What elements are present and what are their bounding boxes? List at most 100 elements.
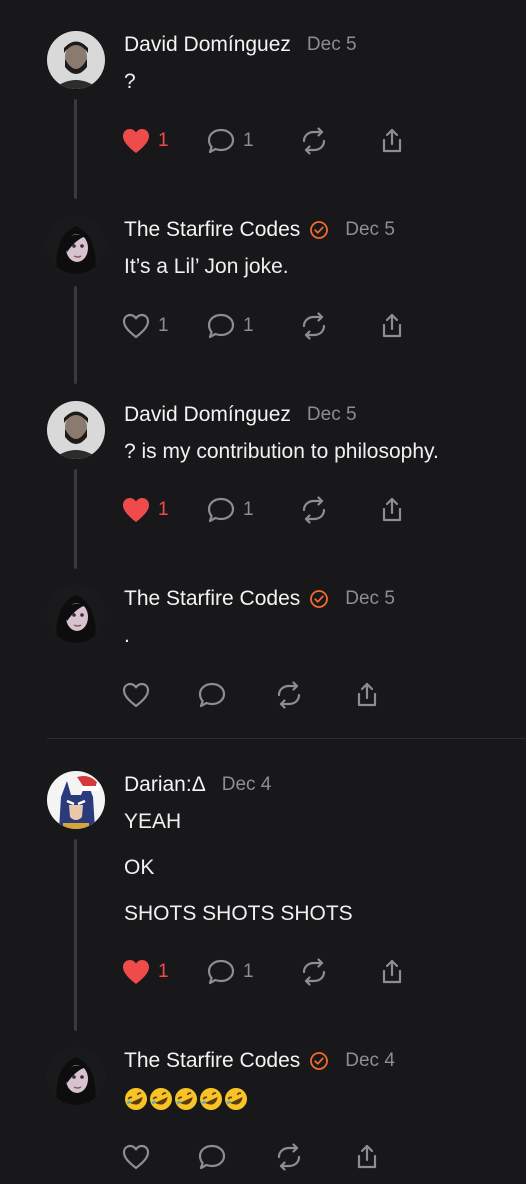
comment-icon — [207, 128, 235, 154]
thread-connector — [74, 469, 77, 569]
heart-filled-icon — [123, 960, 149, 984]
reply-button[interactable] — [198, 1142, 226, 1172]
author-name[interactable]: David Domínguez — [124, 403, 291, 427]
heart-filled-icon — [123, 129, 149, 153]
repost-icon — [277, 1143, 301, 1171]
heart-outline-icon — [122, 1144, 150, 1170]
repost-button[interactable] — [300, 495, 328, 525]
share-button[interactable] — [378, 495, 406, 525]
post-body — [124, 1085, 514, 1111]
share-icon — [382, 313, 402, 338]
like-button[interactable]: 1 — [122, 495, 169, 525]
post-header: Darian:Δ Dec 4 — [124, 773, 271, 797]
post-body: YEAH OK SHOTS SHOTS SHOTS — [124, 809, 514, 947]
share-button[interactable] — [353, 1142, 381, 1172]
man-with-beard-avatar[interactable] — [47, 31, 105, 89]
batman-santa-hat-avatar[interactable] — [47, 771, 105, 829]
thread-divider — [47, 738, 526, 739]
post-body: It’s a Lil’ Jon joke. — [124, 254, 514, 300]
post-header: The Starfire Codes Dec 5 — [124, 587, 395, 611]
post-body: . — [124, 623, 514, 669]
repost-button[interactable] — [275, 1142, 303, 1172]
thread-connector — [74, 839, 77, 1031]
post-text: YEAH — [124, 810, 182, 833]
comment-icon — [198, 682, 226, 708]
repost-button[interactable] — [275, 680, 303, 710]
reply-count: 1 — [243, 961, 254, 982]
share-button[interactable] — [353, 680, 381, 710]
post-header: David Domínguez Dec 5 — [124, 403, 357, 427]
post-text: ? — [124, 70, 136, 93]
rolling-laughing-emoji-icon — [149, 1087, 173, 1111]
post-text: OK — [124, 856, 155, 879]
post-date[interactable]: Dec 5 — [345, 588, 395, 610]
post-date[interactable]: Dec 5 — [307, 34, 357, 56]
woman-dark-hair-avatar[interactable] — [47, 216, 105, 274]
post-header: The Starfire Codes Dec 5 — [124, 218, 395, 242]
share-icon — [357, 682, 377, 707]
rolling-laughing-emoji-icon — [124, 1087, 148, 1111]
rolling-laughing-emoji-icon — [224, 1087, 248, 1111]
comment-icon — [207, 959, 235, 985]
reply-count: 1 — [243, 499, 254, 520]
like-count: 1 — [158, 315, 169, 336]
author-name[interactable]: David Domínguez — [124, 33, 291, 57]
post-body: ? is my contribution to philosophy. — [124, 439, 514, 485]
share-icon — [382, 497, 402, 522]
share-icon — [382, 959, 402, 984]
comment-icon — [207, 497, 235, 523]
repost-icon — [302, 958, 326, 986]
verified-badge-icon — [309, 589, 329, 609]
repost-icon — [302, 127, 326, 155]
share-button[interactable] — [378, 126, 406, 156]
post-header: The Starfire Codes Dec 4 — [124, 1049, 395, 1073]
repost-button[interactable] — [300, 311, 328, 341]
repost-icon — [302, 312, 326, 340]
share-button[interactable] — [378, 311, 406, 341]
reply-count: 1 — [243, 315, 254, 336]
repost-button[interactable] — [300, 957, 328, 987]
thread-connector — [74, 286, 77, 384]
author-name[interactable]: The Starfire Codes — [124, 218, 300, 242]
like-button[interactable]: 1 — [122, 957, 169, 987]
repost-button[interactable] — [300, 126, 328, 156]
rolling-laughing-emoji-icon — [199, 1087, 223, 1111]
post-text: ? is my contribution to philosophy. — [124, 440, 439, 463]
verified-badge-icon — [309, 1051, 329, 1071]
comment-icon — [198, 1144, 226, 1170]
thread-connector — [74, 99, 77, 199]
post-date[interactable]: Dec 5 — [307, 404, 357, 426]
woman-dark-hair-avatar[interactable] — [47, 585, 105, 643]
post-body: ? — [124, 69, 514, 115]
like-button[interactable] — [122, 680, 150, 710]
author-name[interactable]: Darian:Δ — [124, 773, 206, 797]
repost-icon — [277, 681, 301, 709]
reply-button[interactable]: 1 — [207, 126, 254, 156]
share-button[interactable] — [378, 957, 406, 987]
post-date[interactable]: Dec 4 — [345, 1050, 395, 1072]
like-count: 1 — [158, 961, 169, 982]
post-text: It’s a Lil’ Jon joke. — [124, 255, 289, 278]
emoji-row — [124, 1087, 514, 1111]
post-text: SHOTS SHOTS SHOTS — [124, 902, 353, 925]
post-date[interactable]: Dec 5 — [345, 219, 395, 241]
author-name[interactable]: The Starfire Codes — [124, 587, 300, 611]
reply-button[interactable]: 1 — [207, 957, 254, 987]
like-button[interactable]: 1 — [122, 311, 169, 341]
woman-dark-hair-avatar[interactable] — [47, 1047, 105, 1105]
post-header: David Domínguez Dec 5 — [124, 33, 357, 57]
share-icon — [382, 128, 402, 153]
reply-button[interactable]: 1 — [207, 495, 254, 525]
share-icon — [357, 1144, 377, 1169]
man-with-beard-avatar[interactable] — [47, 401, 105, 459]
like-button[interactable]: 1 — [122, 126, 169, 156]
reply-thread: David Domínguez Dec 5 ? 1 1 The Starfire… — [0, 0, 526, 1184]
reply-button[interactable]: 1 — [207, 311, 254, 341]
like-count: 1 — [158, 499, 169, 520]
post-date[interactable]: Dec 4 — [222, 774, 272, 796]
author-name[interactable]: The Starfire Codes — [124, 1049, 300, 1073]
reply-count: 1 — [243, 130, 254, 151]
like-button[interactable] — [122, 1142, 150, 1172]
like-count: 1 — [158, 130, 169, 151]
reply-button[interactable] — [198, 680, 226, 710]
